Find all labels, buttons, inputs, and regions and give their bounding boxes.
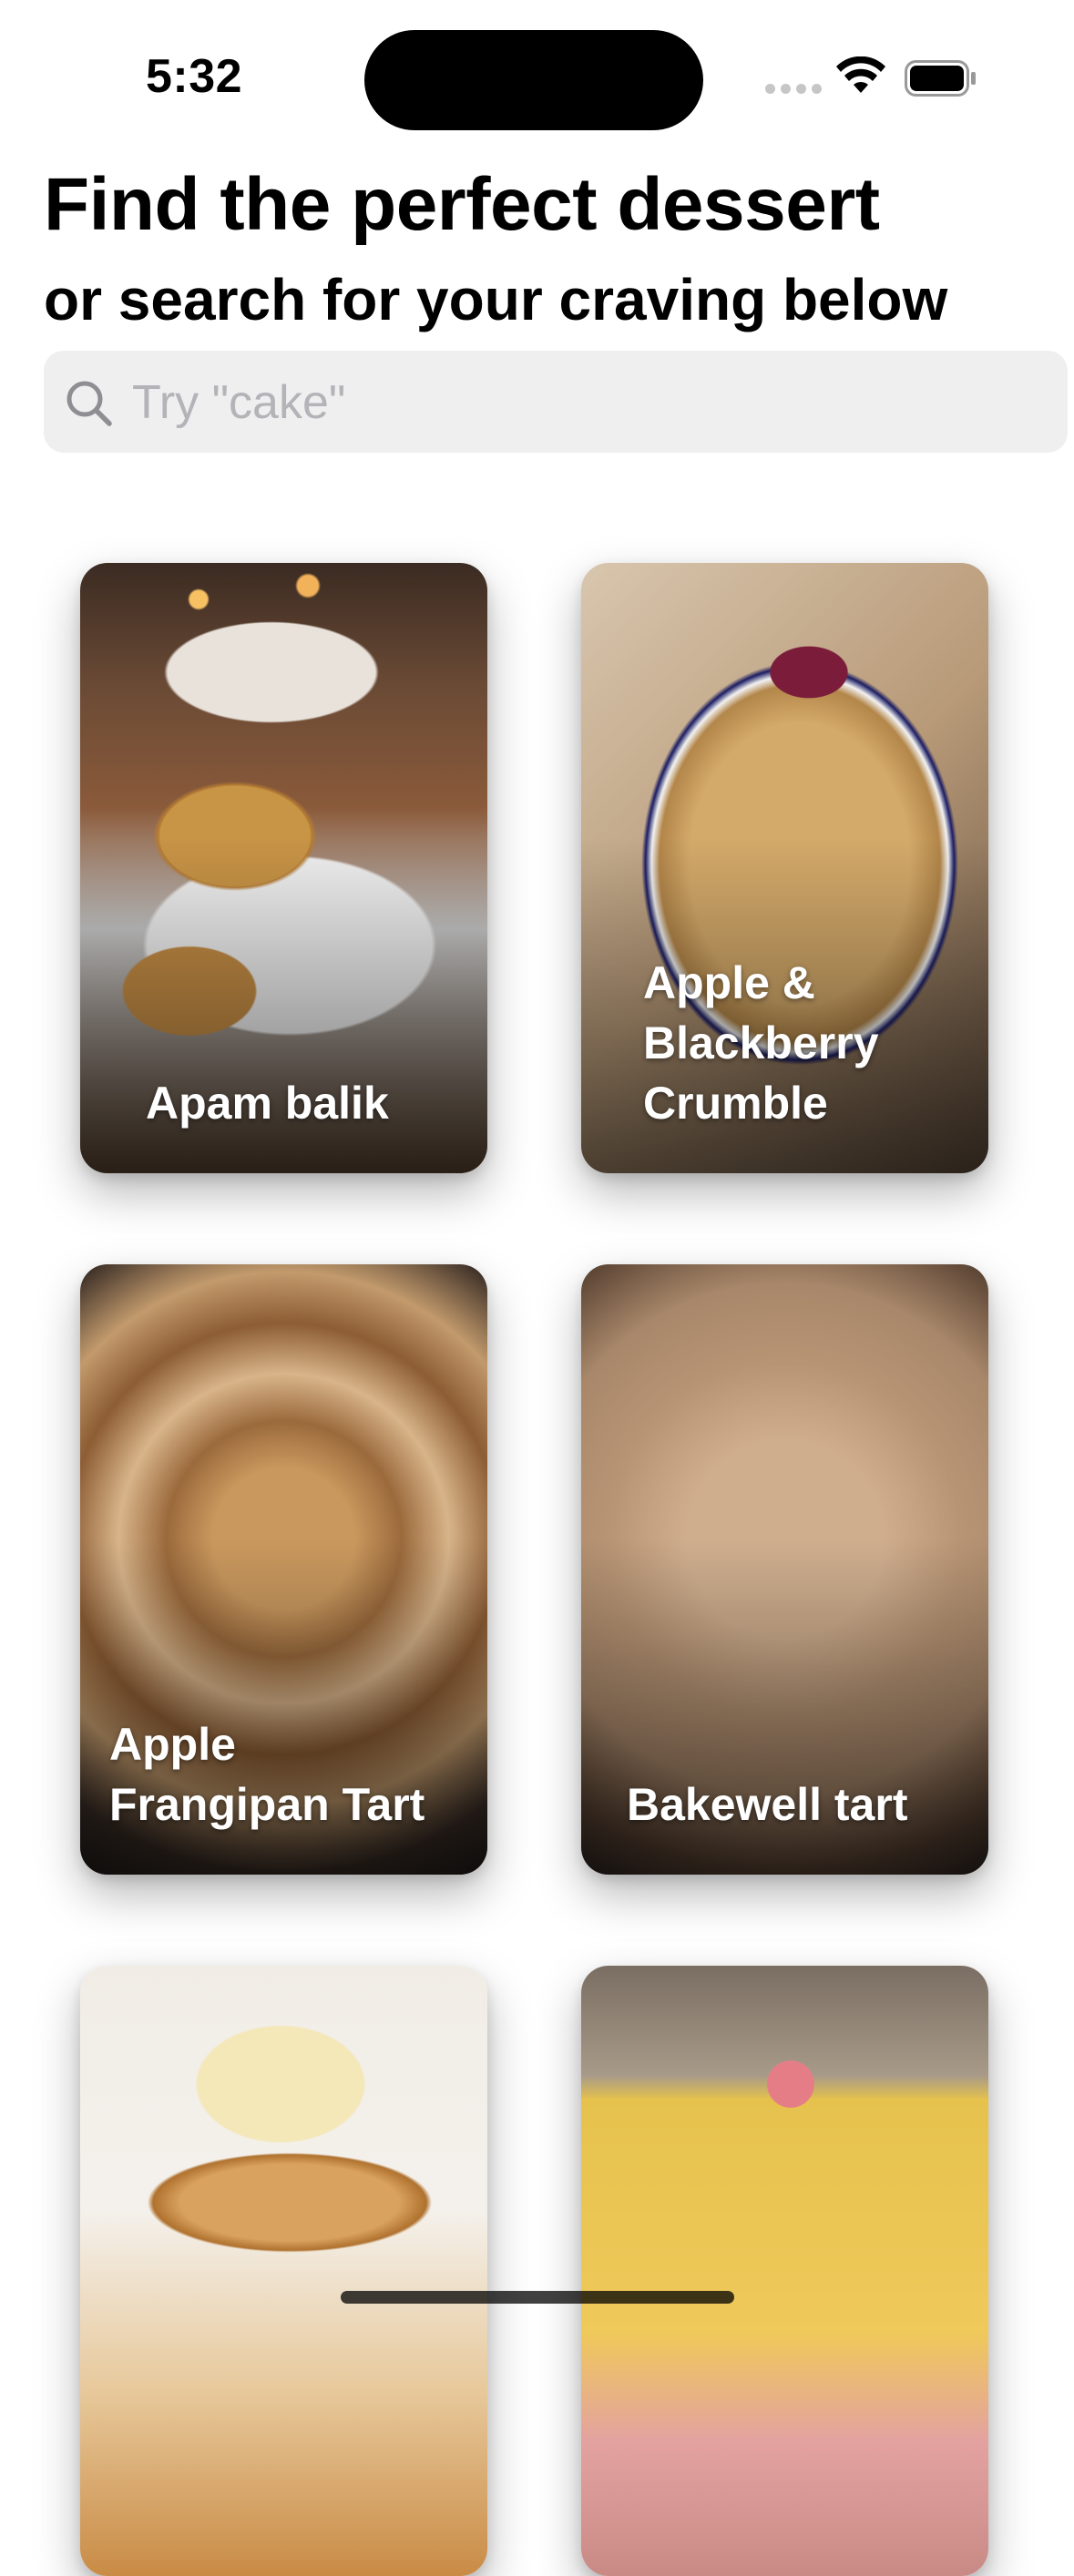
dessert-name: Apple Frangipan Tart — [109, 1719, 425, 1830]
dessert-image — [80, 1966, 487, 2576]
dessert-card[interactable] — [80, 1966, 487, 2576]
dessert-name: Apple & Blackberry Crumble — [643, 957, 879, 1129]
dessert-card-bakewell-tart[interactable]: Bakewell tart — [581, 1264, 988, 1875]
dessert-name: Apam balik — [146, 1078, 389, 1129]
dessert-image — [581, 1966, 988, 2576]
dessert-grid: Apam balik Apple & Blackberry Crumble Ap… — [0, 0, 1074, 2576]
dessert-card[interactable] — [581, 1966, 988, 2576]
dessert-card-apple-frangipan-tart[interactable]: Apple Frangipan Tart — [80, 1264, 487, 1875]
home-indicator[interactable] — [341, 2291, 734, 2304]
dessert-name: Bakewell tart — [627, 1779, 908, 1830]
dessert-card-apple-blackberry-crumble[interactable]: Apple & Blackberry Crumble — [581, 563, 988, 1173]
dessert-card-apam-balik[interactable]: Apam balik — [80, 563, 487, 1173]
